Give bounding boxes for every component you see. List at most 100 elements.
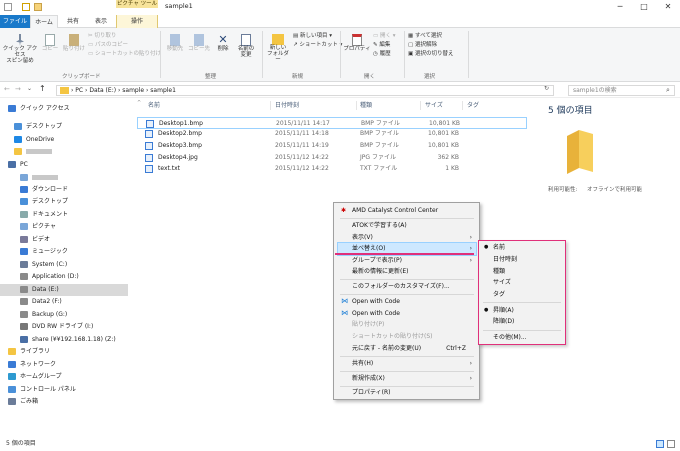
new-folder-quick-icon[interactable] [34, 3, 42, 11]
shortcut-button[interactable]: ↗ ショートカット ▾ [293, 42, 342, 49]
nav-item[interactable]: System (C:) [0, 259, 128, 271]
properties-quick-icon[interactable] [22, 3, 30, 11]
column-divider[interactable] [462, 101, 463, 110]
cut-button[interactable]: ✂ 切り取り [88, 33, 116, 40]
menu-item-open-with-code[interactable]: ⋈ Open with Code [338, 296, 476, 308]
column-size[interactable]: サイズ [425, 100, 443, 111]
forward-arrow-icon[interactable]: → [15, 85, 21, 93]
close-button[interactable]: ✕ [656, 0, 680, 14]
nav-item[interactable]: PC [0, 159, 128, 171]
nav-item[interactable]: ネットワーク [0, 359, 128, 371]
menu-item-new[interactable]: 新規作成(X) › [338, 373, 476, 385]
nav-item[interactable]: デスクトップ [0, 121, 128, 133]
tab-manage[interactable]: 操作 [116, 15, 158, 28]
menu-item-properties[interactable]: プロパティ(R) [338, 387, 476, 399]
file-row[interactable]: text.txt 2015/11/12 14:22 TXT ファイル 1 KB [137, 163, 527, 175]
menu-item-atok[interactable]: ATOKで学習する(A) [338, 220, 476, 232]
nav-item[interactable]: クイック アクセス [0, 103, 128, 115]
nav-item[interactable]: ドキュメント [0, 209, 128, 221]
tab-view[interactable]: 表示 [88, 15, 114, 28]
nav-item[interactable]: share (¥¥192.168.1.18) (Z:) [0, 334, 128, 346]
copy-button[interactable]: コピー [40, 34, 60, 52]
menu-item-refresh[interactable]: 最新の情報に更新(E) [338, 266, 476, 278]
copy-path-button[interactable]: ▭ パスのコピー [88, 42, 128, 49]
file-row[interactable]: Desktop4.jpg 2015/11/12 14:22 JPG ファイル 362 … [137, 152, 527, 164]
column-divider[interactable] [356, 101, 357, 110]
nav-item[interactable]: OneDrive [0, 134, 128, 146]
new-item-button[interactable]: ▤ 新しい項目 ▾ [293, 33, 332, 40]
new-folder-button[interactable]: 新しい フォルダー [265, 34, 291, 63]
file-row[interactable]: Desktop2.bmp 2015/11/11 14:18 BMP ファイル 10,8… [137, 128, 527, 140]
sort-ascending[interactable]: ● 昇順(A) [481, 305, 563, 316]
invert-selection-button[interactable]: ▣ 選択の切り替え [408, 51, 453, 58]
nav-item[interactable]: ダウンロード [0, 184, 128, 196]
copy-to-button[interactable]: コピー先 [188, 34, 210, 52]
menu-item-view[interactable]: 表示(V) › [338, 232, 476, 244]
select-none-button[interactable]: ▢ 選択解除 [408, 42, 437, 49]
open-button[interactable]: ▭ 開く ▾ [373, 33, 395, 40]
refresh-icon[interactable]: ↻ [544, 85, 549, 92]
up-arrow-icon[interactable]: ↑ [39, 84, 46, 93]
column-divider[interactable] [420, 101, 421, 110]
menu-item-share[interactable]: 共有(H) › [338, 358, 476, 370]
large-icons-view-icon[interactable] [667, 440, 675, 448]
column-date[interactable]: 日付時刻 [275, 100, 299, 111]
delete-button[interactable]: ✕ 削除 [212, 34, 234, 53]
properties-button[interactable]: プロパティ [343, 34, 371, 52]
tab-home[interactable]: ホーム [30, 15, 58, 28]
nav-item[interactable]: デスクトップ [0, 196, 128, 208]
sort-descending[interactable]: 降順(D) [481, 316, 563, 327]
select-all-button[interactable]: ▦ すべて選択 [408, 33, 442, 40]
nav-item[interactable]: ライブラリ [0, 346, 128, 358]
menu-item-paste-shortcut[interactable]: ショートカットの貼り付け(S) [338, 331, 476, 343]
sort-more[interactable]: その他(M)... [481, 332, 563, 343]
paste-button[interactable]: 貼り付け [62, 34, 86, 52]
sort-by-type[interactable]: 種類 [481, 266, 563, 277]
sort-by-name[interactable]: ● 名前 [481, 242, 563, 253]
column-divider[interactable] [270, 101, 271, 110]
column-tag[interactable]: タグ [467, 100, 479, 111]
rename-button[interactable]: 名前の 変更 [234, 34, 258, 58]
nav-item[interactable]: コントロール パネル [0, 384, 128, 396]
move-to-button[interactable]: 移動先 [164, 34, 186, 52]
app-folder-icon[interactable] [4, 3, 12, 11]
search-input[interactable]: sample1の検索 [568, 85, 675, 96]
nav-item[interactable]: ホームグループ [0, 371, 128, 383]
back-arrow-icon[interactable]: ← [4, 85, 10, 93]
nav-item[interactable]: DVD RW ドライブ (I:) [0, 321, 128, 333]
nav-item[interactable]: Data2 (F:) [0, 296, 128, 308]
menu-item-group[interactable]: グループで表示(P) › [338, 255, 476, 267]
menu-item-paste[interactable]: 貼り付け(P) [338, 319, 476, 331]
maximize-button[interactable]: □ [632, 0, 656, 14]
nav-item[interactable]: ピクチャ [0, 221, 128, 233]
paste-shortcut-button[interactable]: ▭ ショートカットの貼り付け [88, 51, 161, 58]
file-row[interactable]: Desktop3.bmp 2015/11/11 14:19 BMP ファイル 10,8… [137, 140, 527, 152]
recent-chevron-down-icon[interactable]: ⌄ [27, 85, 32, 92]
history-button[interactable]: ◷ 履歴 [373, 51, 391, 58]
column-type[interactable]: 種類 [360, 100, 372, 111]
nav-item[interactable] [0, 172, 128, 184]
edit-button[interactable]: ✎ 編集 [373, 42, 390, 49]
nav-item[interactable]: Backup (G:) [0, 309, 128, 321]
tab-file[interactable]: ファイル [0, 15, 30, 28]
nav-item[interactable]: ビデオ [0, 234, 128, 246]
details-view-icon[interactable] [656, 440, 664, 448]
nav-item[interactable]: Data (E:) [0, 284, 128, 297]
pin-quick-access-button[interactable]: クイック アクセス スピン留め [2, 34, 38, 64]
menu-item-customize[interactable]: このフォルダーのカスタマイズ(F)... [338, 281, 476, 293]
nav-item[interactable]: Application (D:) [0, 271, 128, 283]
menu-item-open-with-code[interactable]: ⋈ Open with Code [338, 308, 476, 320]
menu-item-amd[interactable]: ✱ AMD Catalyst Control Center [338, 205, 476, 217]
minimize-button[interactable]: ─ [608, 0, 632, 14]
menu-item-undo[interactable]: 元に戻す - 名前の変更(U) Ctrl+Z [338, 343, 476, 355]
tab-share[interactable]: 共有 [60, 15, 86, 28]
sort-by-date[interactable]: 日付時刻 [481, 254, 563, 265]
nav-item[interactable] [0, 146, 128, 158]
address-breadcrumb[interactable]: › PC › Data (E:) › sample › sample1 [56, 85, 554, 96]
column-name[interactable]: 名前 [148, 100, 160, 111]
sort-by-size[interactable]: サイズ [481, 277, 563, 288]
nav-item[interactable]: ミュージック [0, 246, 128, 258]
sort-by-tag[interactable]: タグ [481, 289, 563, 300]
file-row[interactable]: Desktop1.bmp 2015/11/11 14:17 BMP ファイル 10,8… [137, 117, 527, 129]
nav-item[interactable]: ごみ箱 [0, 396, 128, 408]
